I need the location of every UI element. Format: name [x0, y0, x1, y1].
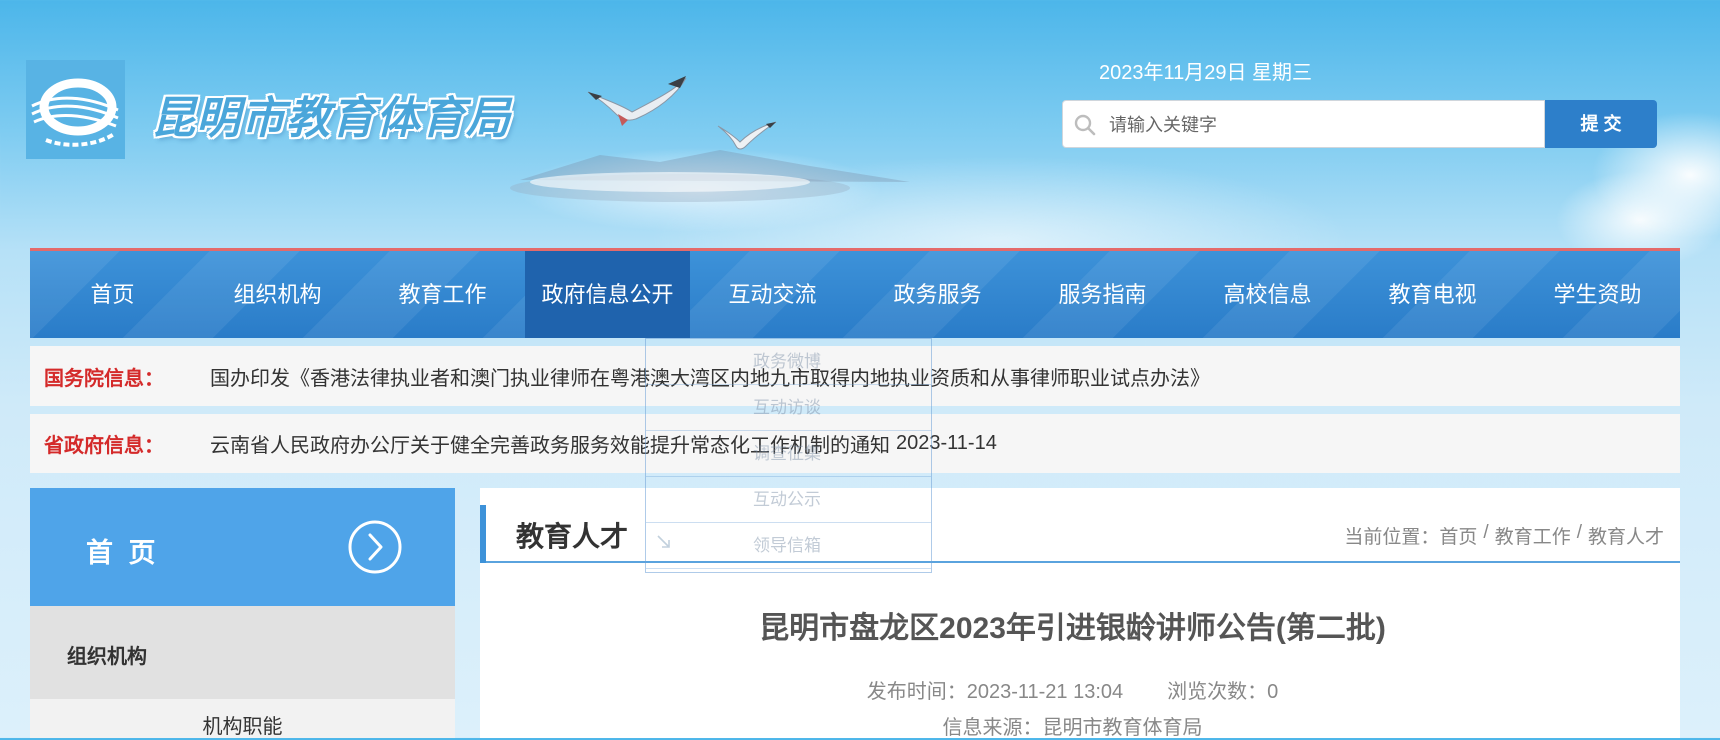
nav-item-service-guide[interactable]: 服务指南 [1020, 251, 1185, 338]
column-title: 教育人才 [516, 521, 629, 552]
nav-item-gov-info-disclosure[interactable]: 政府信息公开 [525, 251, 690, 338]
publish-label: 发布时间： [866, 681, 967, 703]
nav-item-university-info[interactable]: 高校信息 [1185, 251, 1350, 338]
search-icon [1074, 114, 1096, 136]
dropdown-item-interviews[interactable]: 互动访谈 [646, 385, 931, 431]
dropdown-item-leader-mailbox[interactable]: 领导信箱 [646, 523, 931, 569]
nav-item-gov-services[interactable]: 政务服务 [855, 251, 1020, 338]
breadcrumb-separator: / [1576, 522, 1582, 543]
publish-time: 2023-11-21 13:04 [966, 681, 1124, 703]
sidebar-section-label: 组织机构 [67, 646, 147, 668]
notice-label: 省政府信息： [44, 435, 164, 457]
breadcrumb: 当前位置： 首页 / 教育工作 / 教育人才 [1344, 522, 1664, 549]
breadcrumb-home[interactable]: 首页 [1439, 522, 1477, 549]
article-source: 信息来源：昆明市教育体育局 [480, 711, 1665, 740]
main-nav: 首页 组织机构 教育工作 政府信息公开 互动交流 政务服务 服务指南 高校信息 … [30, 248, 1680, 338]
site-logo-text[interactable]: 昆明市教育体育局 [151, 82, 511, 146]
sidebar-home-label: 首 页 [86, 538, 160, 568]
breadcrumb-education-work[interactable]: 教育工作 [1495, 522, 1571, 549]
dropdown-item-gov-weibo[interactable]: 政务微博 [646, 339, 931, 385]
sidebar: 首 页 组织机构 机构职能 [30, 488, 455, 738]
nav-item-student-aid[interactable]: 学生资助 [1515, 251, 1680, 338]
search-box[interactable] [1062, 100, 1545, 149]
interaction-dropdown-menu: 政务微博 互动访谈 调查征集 互动公示 领导信箱 [645, 338, 932, 573]
circle-chevron-right-icon[interactable] [347, 519, 403, 575]
sidebar-item-functions[interactable]: 机构职能 [30, 699, 455, 738]
dropdown-item-public-notices[interactable]: 互动公示 [646, 477, 931, 523]
arrow-down-right-icon [657, 535, 670, 548]
logo-emblem-icon[interactable] [26, 60, 125, 159]
nav-item-education-work[interactable]: 教育工作 [360, 251, 525, 338]
column-accent-bar [480, 505, 486, 563]
source-value: 昆明市教育体育局 [1042, 717, 1203, 739]
search-submit-button[interactable]: 提 交 [1545, 100, 1657, 148]
nav-item-home[interactable]: 首页 [30, 251, 195, 338]
current-date: 2023年11月29日 星期三 [1099, 62, 1313, 84]
breadcrumb-separator: / [1483, 522, 1489, 543]
views-label: 浏览次数： [1167, 681, 1268, 703]
nav-item-education-tv[interactable]: 教育电视 [1350, 251, 1515, 338]
nav-item-organization[interactable]: 组织机构 [195, 251, 360, 338]
sidebar-home[interactable]: 首 页 [30, 488, 455, 606]
dropdown-item-surveys[interactable]: 调查征集 [646, 431, 931, 477]
breadcrumb-prefix: 当前位置： [1344, 527, 1440, 548]
views-count: 0 [1267, 681, 1279, 703]
article-title: 昆明市盘龙区2023年引进银龄讲师公告(第二批) [759, 612, 1386, 645]
breadcrumb-education-talent[interactable]: 教育人才 [1588, 522, 1664, 549]
notice-label: 国务院信息： [44, 367, 164, 390]
nav-item-interaction[interactable]: 互动交流 [690, 251, 855, 338]
source-label: 信息来源： [942, 717, 1043, 739]
search-input[interactable] [1107, 101, 1531, 149]
article-meta: 发布时间：2023-11-21 13:04 浏览次数：0 [480, 675, 1665, 704]
sidebar-section-organization[interactable]: 组织机构 [30, 606, 455, 699]
seagull-decoration [510, 76, 910, 202]
